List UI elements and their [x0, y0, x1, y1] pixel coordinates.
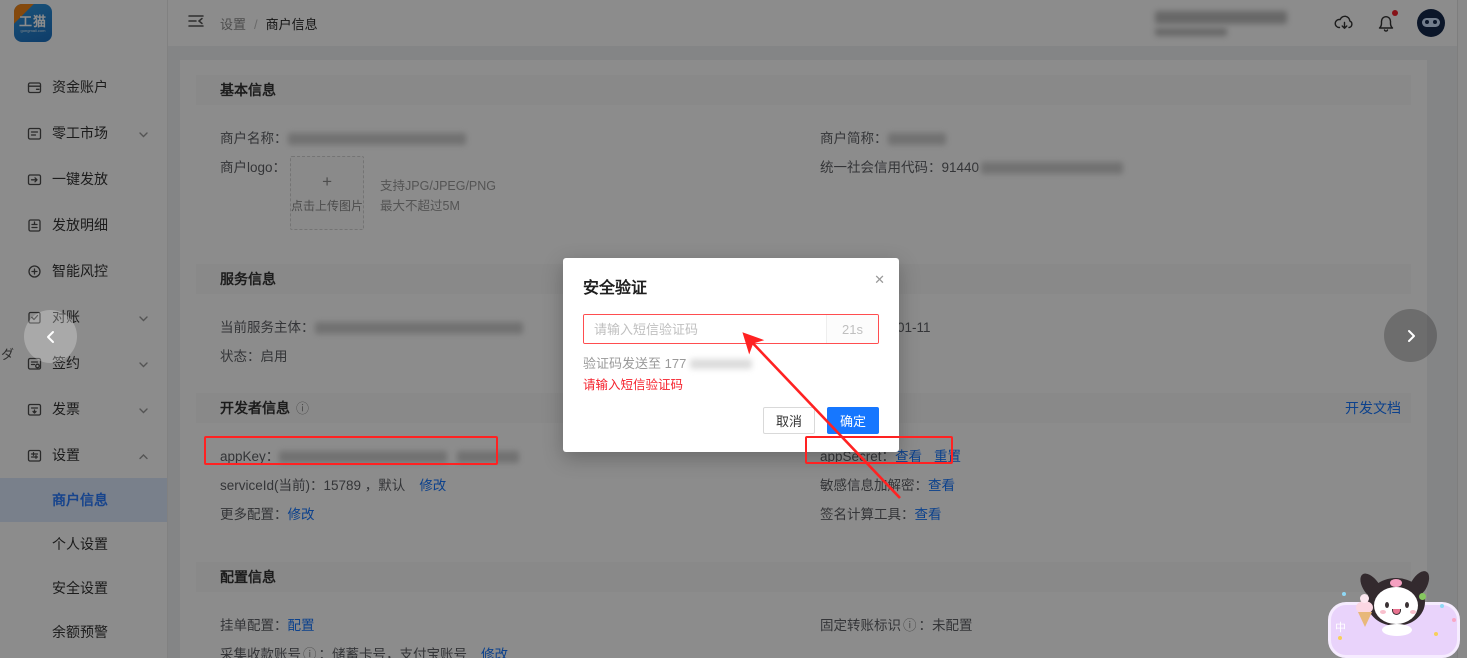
mascot-sticker[interactable]: 中	[1322, 572, 1467, 658]
mascot-cheek	[1380, 610, 1386, 614]
mascot-eye	[1405, 602, 1409, 608]
mascot-body	[1382, 624, 1412, 636]
annotation-rect-appsecret	[805, 436, 953, 464]
annotation-rect-appkey	[204, 436, 498, 465]
mascot-icecream-cone	[1358, 612, 1372, 627]
confetti-dot	[1342, 592, 1346, 596]
carousel-prev-button[interactable]	[24, 310, 77, 363]
code-sent-prefix: 验证码发送至 177	[583, 356, 686, 371]
mascot-cheek	[1410, 610, 1416, 614]
mascot-bubble-text: 中	[1335, 619, 1346, 635]
validation-error-text: 请输入短信验证码	[583, 374, 879, 393]
confetti-dot	[1434, 632, 1438, 636]
app-screen: 工猫 gongmall.com 资金账户 零工市场 一键发放 发放明细	[0, 0, 1467, 658]
close-icon[interactable]: ✕	[874, 272, 885, 288]
carousel-next-button[interactable]	[1384, 309, 1437, 362]
modal-title: 安全验证	[583, 274, 879, 298]
mascot-clover	[1419, 593, 1426, 600]
mascot-face	[1374, 587, 1418, 624]
phone-number-blurred	[690, 359, 752, 369]
security-verify-modal: 安全验证 ✕ 21s 验证码发送至 177 请输入短信验证码 取消 确定	[563, 258, 899, 452]
code-sent-text: 验证码发送至 177	[583, 353, 879, 372]
sms-code-field: 21s	[583, 314, 879, 344]
mascot-eye	[1385, 602, 1389, 608]
cancel-button[interactable]: 取消	[763, 407, 815, 434]
confetti-dot	[1338, 636, 1342, 640]
confetti-dot	[1440, 604, 1444, 608]
sms-code-input[interactable]	[584, 315, 826, 343]
mascot-skull	[1390, 579, 1402, 587]
confirm-button[interactable]: 确定	[827, 407, 879, 434]
mascot-icecream	[1360, 594, 1369, 603]
countdown-timer: 21s	[826, 315, 878, 343]
confetti-dot	[1452, 618, 1456, 622]
